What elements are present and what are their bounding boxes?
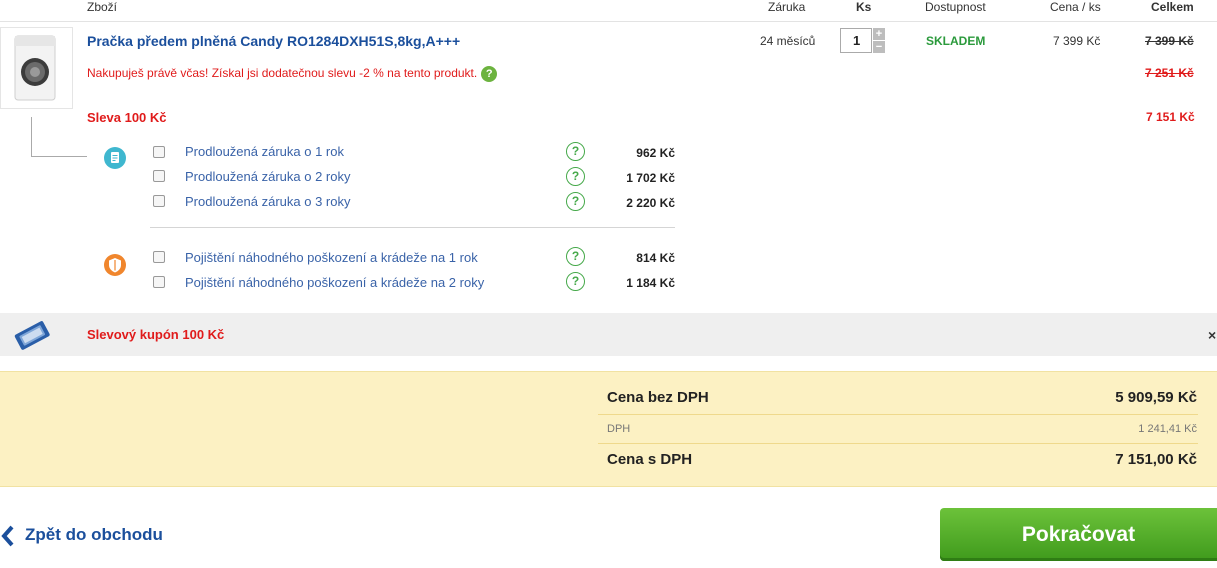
header-qty: Ks (856, 0, 872, 14)
product-title-link[interactable]: Pračka předem plněná Candy RO1284DXH51S,… (87, 33, 460, 49)
vat-label: DPH (607, 423, 631, 435)
quantity-input[interactable]: 1 (840, 28, 872, 53)
tree-connector-vertical (31, 117, 32, 157)
early-discount-text: Nakupuješ právě včas! Získal jsi dodateč… (87, 66, 478, 81)
net-price-value: 5 909,59 Kč (1115, 389, 1197, 406)
product-warranty: 24 měsíců (760, 34, 816, 48)
continue-button[interactable]: Pokračovat (940, 508, 1217, 561)
insurance-2y-price: 1 184 Kč (626, 276, 675, 290)
insurance-shield-icon (104, 254, 126, 276)
qty-decrease-button[interactable]: − (873, 41, 885, 53)
back-chevron-icon[interactable] (0, 524, 16, 553)
total-after-early-discount: 7 251 Kč (1145, 66, 1194, 80)
warranty-2y-label[interactable]: Prodloužená záruka o 2 roky (185, 169, 350, 184)
warranty-3y-label[interactable]: Prodloužená záruka o 3 roky (185, 194, 350, 209)
early-discount-note: Nakupuješ právě včas! Získal jsi dodateč… (87, 66, 498, 82)
washing-machine-image (14, 35, 56, 101)
back-to-shop-link[interactable]: Zpět do obchodu (25, 525, 163, 545)
gross-price-value: 7 151,00 Kč (1115, 451, 1197, 468)
insurance-1y-label[interactable]: Pojištění náhodného poškození a krádeže … (185, 250, 478, 265)
warranty-1y-price: 962 Kč (636, 146, 675, 160)
insurance-2y-checkbox[interactable] (153, 276, 165, 288)
services-divider (150, 227, 675, 228)
warranty-2y-checkbox[interactable] (153, 170, 165, 182)
warranty-1y-help-icon[interactable]: ? (566, 142, 585, 161)
warranty-document-icon (104, 147, 126, 169)
warranty-3y-price: 2 220 Kč (626, 196, 675, 210)
coupon-label: Slevový kupón 100 Kč (87, 327, 225, 342)
summary-divider-2 (598, 443, 1198, 444)
summary-divider-1 (598, 414, 1198, 415)
coupon-remove-close-icon[interactable]: × (1208, 327, 1216, 343)
unit-price: 7 399 Kč (1053, 34, 1101, 48)
qty-increase-button[interactable]: + (873, 28, 885, 40)
product-thumbnail[interactable] (0, 27, 73, 109)
discounted-total: 7 151 Kč (1146, 110, 1195, 124)
header-availability: Dostupnost (925, 0, 986, 14)
insurance-2y-label[interactable]: Pojištění náhodného poškození a krádeže … (185, 275, 484, 290)
header-unit-price: Cena / ks (1050, 0, 1101, 14)
discount-label: Sleva 100 Kč (87, 110, 167, 125)
net-price-label: Cena bez DPH (607, 389, 709, 406)
header-warranty: Záruka (768, 0, 806, 14)
warranty-2y-help-icon[interactable]: ? (566, 167, 585, 186)
coupon-ticket-icon (10, 318, 54, 357)
header-total: Celkem (1151, 0, 1194, 14)
question-icon[interactable]: ? (481, 66, 498, 82)
tree-connector-horizontal (31, 156, 87, 157)
insurance-1y-help-icon[interactable]: ? (566, 247, 585, 266)
insurance-2y-help-icon[interactable]: ? (566, 272, 585, 291)
insurance-1y-price: 814 Kč (636, 251, 675, 265)
header-product: Zboží (87, 0, 118, 14)
cart-table-header: Zboží Záruka Ks Dostupnost Cena / ks Cel… (0, 0, 1217, 22)
insurance-1y-checkbox[interactable] (153, 251, 165, 263)
vat-value: 1 241,41 Kč (1138, 423, 1197, 435)
warranty-3y-checkbox[interactable] (153, 195, 165, 207)
total-original-price: 7 399 Kč (1145, 34, 1194, 48)
warranty-1y-checkbox[interactable] (153, 146, 165, 158)
warranty-2y-price: 1 702 Kč (626, 171, 675, 185)
warranty-3y-help-icon[interactable]: ? (566, 192, 585, 211)
warranty-1y-label[interactable]: Prodloužená záruka o 1 rok (185, 144, 344, 159)
gross-price-label: Cena s DPH (607, 451, 693, 468)
availability-status: SKLADEM (926, 34, 986, 48)
